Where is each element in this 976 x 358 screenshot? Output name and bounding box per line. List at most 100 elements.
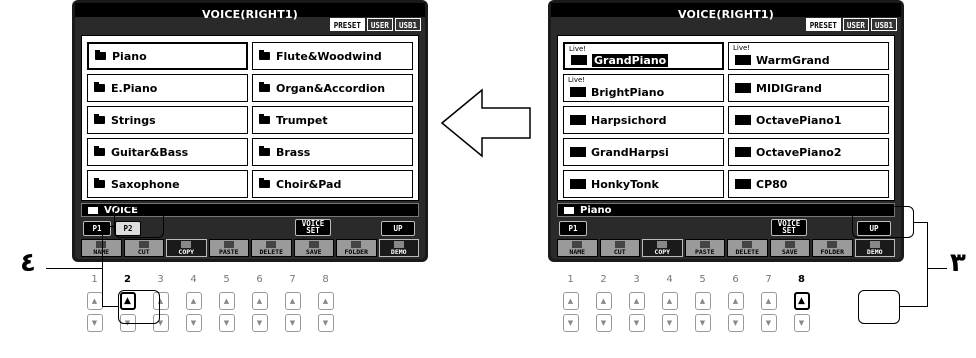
up-key[interactable]: ▲: [284, 292, 301, 310]
tab-user[interactable]: USER: [842, 18, 869, 31]
button-number: 6: [732, 274, 739, 285]
folder-item[interactable]: Piano: [87, 42, 248, 70]
folder-button[interactable]: FOLDER: [336, 239, 377, 257]
copy-button-label: COPY: [178, 248, 195, 256]
voice-item[interactable]: MIDIGrand: [728, 74, 889, 102]
folder-item[interactable]: Saxophone: [87, 170, 248, 198]
demo-button[interactable]: DEMO: [378, 239, 419, 257]
copy-button[interactable]: COPY: [166, 239, 207, 257]
tab-usb1[interactable]: USB1: [870, 18, 897, 31]
down-key[interactable]: ▼: [661, 314, 678, 332]
folder-item[interactable]: E.Piano: [87, 74, 248, 102]
up-key[interactable]: ▲: [251, 292, 268, 310]
callout-line: [914, 222, 928, 223]
down-key[interactable]: ▼: [251, 314, 268, 332]
live-label: Live!: [569, 45, 587, 53]
voice-item[interactable]: Harpsichord: [563, 106, 724, 134]
down-key[interactable]: ▼: [86, 314, 103, 332]
upright-piano-icon: [735, 179, 751, 189]
down-key[interactable]: ▼: [727, 314, 744, 332]
left-function-row: NAME CUT COPY PASTE DELETE SAVE FOLDER D…: [81, 239, 419, 257]
up-key[interactable]: ▲: [760, 292, 777, 310]
demo-icon: [393, 241, 404, 248]
up-key[interactable]: ▲: [793, 292, 810, 310]
paste-button[interactable]: PASTE: [208, 239, 249, 257]
folder-icon: [259, 178, 270, 188]
harpsichord-icon: [570, 115, 586, 125]
p2-highlight-frame: [114, 206, 164, 238]
name-button[interactable]: NAME: [557, 239, 598, 257]
voice-item[interactable]: GrandHarpsi: [563, 138, 724, 166]
delete-icon: [742, 241, 753, 248]
down-key[interactable]: ▼: [694, 314, 711, 332]
up-key[interactable]: ▲: [694, 292, 711, 310]
delete-button[interactable]: DELETE: [251, 239, 292, 257]
voice-label: OctavePiano1: [756, 113, 842, 127]
folder-item[interactable]: Brass: [252, 138, 413, 166]
voice-item[interactable]: Live! GrandPiano: [563, 42, 724, 70]
down-key[interactable]: ▼: [562, 314, 579, 332]
folder-item[interactable]: Strings: [87, 106, 248, 134]
folder-item[interactable]: Organ&Accordion: [252, 74, 413, 102]
folder-item[interactable]: Flute&Woodwind: [252, 42, 413, 70]
button-number: 3: [633, 274, 640, 285]
up-key[interactable]: ▲: [562, 292, 579, 310]
page-p1-button[interactable]: P1: [83, 221, 111, 236]
save-button[interactable]: SAVE: [293, 239, 334, 257]
right-page-row: P1 VOICE SET UP: [557, 219, 895, 237]
voice-item[interactable]: Live! WarmGrand: [728, 42, 889, 70]
up-button[interactable]: UP: [381, 221, 415, 236]
voice-label: Harpsichord: [591, 113, 667, 127]
cut-button[interactable]: CUT: [123, 239, 164, 257]
folder-item[interactable]: Choir&Pad: [252, 170, 413, 198]
demo-button[interactable]: DEMO: [854, 239, 895, 257]
up-key[interactable]: ▲: [185, 292, 202, 310]
upright-piano-icon: [570, 179, 586, 189]
down-key[interactable]: ▼: [284, 314, 301, 332]
down-key[interactable]: ▼: [218, 314, 235, 332]
down-key[interactable]: ▼: [628, 314, 645, 332]
up-key[interactable]: ▲: [595, 292, 612, 310]
folder-icon: [259, 114, 270, 124]
voice-item[interactable]: HonkyTonk: [563, 170, 724, 198]
button-number: 3: [157, 274, 164, 285]
up-key[interactable]: ▲: [218, 292, 235, 310]
folder-button[interactable]: FOLDER: [812, 239, 853, 257]
down-key[interactable]: ▼: [317, 314, 334, 332]
voice-item[interactable]: OctavePiano1: [728, 106, 889, 134]
delete-button[interactable]: DELETE: [727, 239, 768, 257]
folder-item[interactable]: Guitar&Bass: [87, 138, 248, 166]
copy-button[interactable]: COPY: [642, 239, 683, 257]
up-key[interactable]: ▲: [628, 292, 645, 310]
cut-button[interactable]: CUT: [599, 239, 640, 257]
up-key[interactable]: ▲: [86, 292, 103, 310]
voice-item[interactable]: Live! BrightPiano: [563, 74, 724, 102]
folder-item[interactable]: Trumpet: [252, 106, 413, 134]
up-key[interactable]: ▲: [727, 292, 744, 310]
button-number: 7: [289, 274, 296, 285]
folder-label: Trumpet: [276, 113, 328, 127]
up-key[interactable]: ▲: [661, 292, 678, 310]
voice-item[interactable]: CP80: [728, 170, 889, 198]
harpsichord-icon: [570, 147, 586, 157]
tab-user[interactable]: USER: [366, 18, 393, 31]
tab-usb1[interactable]: USB1: [394, 18, 421, 31]
down-key[interactable]: ▼: [793, 314, 810, 332]
voice-set-button[interactable]: VOICE SET: [295, 219, 331, 236]
up-key[interactable]: ▲: [317, 292, 334, 310]
delete-icon: [266, 241, 277, 248]
down-key[interactable]: ▼: [595, 314, 612, 332]
scissors-icon: [614, 241, 625, 248]
tab-preset[interactable]: PRESET: [805, 18, 841, 31]
save-button[interactable]: SAVE: [769, 239, 810, 257]
voice-set-button[interactable]: VOICE SET: [771, 219, 807, 236]
down-key[interactable]: ▼: [185, 314, 202, 332]
paste-button[interactable]: PASTE: [684, 239, 725, 257]
voice-label: MIDIGrand: [756, 81, 822, 95]
tab-preset[interactable]: PRESET: [329, 18, 365, 31]
name-icon: [572, 241, 583, 248]
voice-item[interactable]: OctavePiano2: [728, 138, 889, 166]
down-key[interactable]: ▼: [760, 314, 777, 332]
copy-icon: [181, 241, 192, 248]
page-p1-button[interactable]: P1: [559, 221, 587, 236]
